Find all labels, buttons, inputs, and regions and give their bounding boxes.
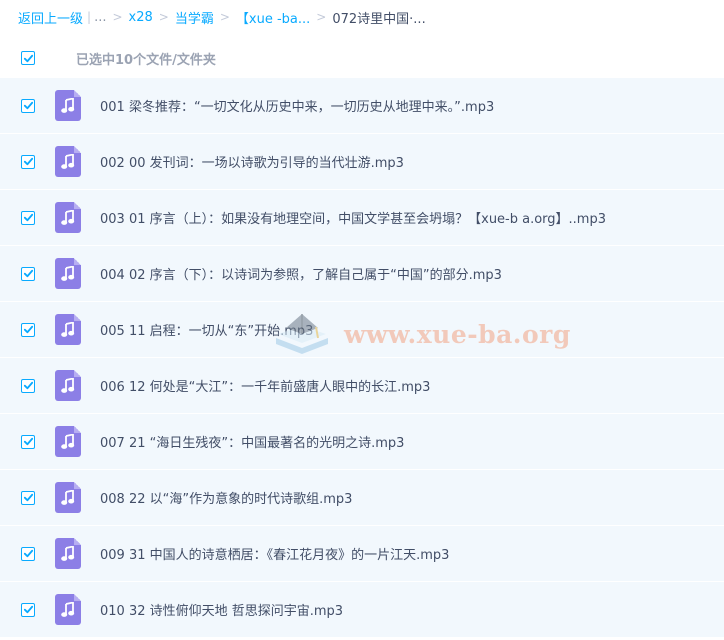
file-name[interactable]: 006 12 何处是“大江”：一千年前盛唐人眼中的长江.mp3 bbox=[100, 376, 430, 395]
file-row[interactable]: 005 11 启程：一切从“东”开始.mp3 bbox=[0, 302, 724, 357]
select-all-checkbox[interactable] bbox=[21, 51, 35, 65]
file-row[interactable]: 008 22 以“海”作为意象的时代诗歌组.mp3 bbox=[0, 470, 724, 525]
checkmark-icon bbox=[23, 213, 33, 222]
file-name[interactable]: 010 32 诗性俯仰天地 哲思探问宇宙.mp3 bbox=[100, 600, 343, 619]
file-row[interactable]: 003 01 序言（上）：如果没有地理空间，中国文学甚至会坍塌？【xue-b a… bbox=[0, 190, 724, 245]
file-name[interactable]: 003 01 序言（上）：如果没有地理空间，中国文学甚至会坍塌？【xue-b a… bbox=[100, 208, 606, 227]
back-link[interactable]: 返回上一级 bbox=[18, 8, 83, 27]
checkmark-icon bbox=[23, 269, 33, 278]
breadcrumb-item[interactable]: 【xue -ba... bbox=[236, 8, 310, 27]
file-name[interactable]: 007 21 “海日生残夜”：中国最著名的光明之诗.mp3 bbox=[100, 432, 404, 451]
select-all-bar: 已选中10个文件/文件夹 bbox=[0, 42, 724, 74]
file-checkbox[interactable] bbox=[21, 490, 35, 505]
checkmark-icon bbox=[23, 101, 33, 110]
file-row[interactable]: 009 31 中国人的诗意栖居：《春江花月夜》的一片江天.mp3 bbox=[0, 526, 724, 581]
file-name[interactable]: 004 02 序言（下）：以诗词为参照，了解自己属于“中国”的部分.mp3 bbox=[100, 264, 502, 283]
file-name[interactable]: 009 31 中国人的诗意栖居：《春江花月夜》的一片江天.mp3 bbox=[100, 544, 449, 563]
checkmark-icon bbox=[23, 54, 33, 62]
music-note-glyph bbox=[61, 209, 75, 225]
file-checkbox[interactable] bbox=[21, 602, 35, 617]
file-row[interactable]: 007 21 “海日生残夜”：中国最著名的光明之诗.mp3 bbox=[0, 414, 724, 469]
file-checkbox[interactable] bbox=[21, 378, 35, 393]
music-note-glyph bbox=[61, 321, 75, 337]
file-checkbox[interactable] bbox=[21, 98, 35, 113]
breadcrumb-separator: > bbox=[219, 10, 230, 24]
file-checkbox[interactable] bbox=[21, 322, 35, 337]
file-row[interactable]: 002 00 发刊词：一场以诗歌为引导的当代壮游.mp3 bbox=[0, 134, 724, 189]
checkmark-icon bbox=[23, 493, 33, 502]
file-row[interactable]: 004 02 序言（下）：以诗词为参照，了解自己属于“中国”的部分.mp3 bbox=[0, 246, 724, 301]
music-icon bbox=[55, 202, 81, 233]
music-note-glyph bbox=[61, 377, 75, 393]
music-note-glyph bbox=[61, 97, 75, 113]
file-row[interactable]: 006 12 何处是“大江”：一千年前盛唐人眼中的长江.mp3 bbox=[0, 358, 724, 413]
music-note-glyph bbox=[61, 489, 75, 505]
music-note-glyph bbox=[61, 545, 75, 561]
music-icon bbox=[55, 258, 81, 289]
music-note-glyph bbox=[61, 265, 75, 281]
file-name[interactable]: 002 00 发刊词：一场以诗歌为引导的当代壮游.mp3 bbox=[100, 152, 404, 171]
file-checkbox[interactable] bbox=[21, 434, 35, 449]
file-list: 001 梁冬推荐：“一切文化从历史中来，一切历史从地理中来。”.mp3 002 0… bbox=[0, 78, 724, 638]
file-row[interactable]: 001 梁冬推荐：“一切文化从历史中来，一切历史从地理中来。”.mp3 bbox=[0, 78, 724, 133]
checkmark-icon bbox=[23, 605, 33, 614]
file-name[interactable]: 005 11 启程：一切从“东”开始.mp3 bbox=[100, 320, 313, 339]
breadcrumb-ellipsis[interactable]: ... bbox=[94, 10, 106, 25]
breadcrumb-separator: > bbox=[158, 10, 169, 24]
breadcrumb-current: 072诗里中国·... bbox=[332, 11, 426, 27]
music-icon bbox=[55, 482, 81, 513]
file-name[interactable]: 001 梁冬推荐：“一切文化从历史中来，一切历史从地理中来。”.mp3 bbox=[100, 96, 494, 115]
breadcrumb-separator: > bbox=[112, 10, 123, 24]
file-name[interactable]: 008 22 以“海”作为意象的时代诗歌组.mp3 bbox=[100, 488, 352, 507]
file-checkbox[interactable] bbox=[21, 546, 35, 561]
music-icon bbox=[55, 370, 81, 401]
music-icon bbox=[55, 594, 81, 625]
selection-count: 已选中10个文件/文件夹 bbox=[76, 52, 216, 68]
breadcrumb-separator: | bbox=[87, 10, 92, 24]
checkmark-icon bbox=[23, 325, 33, 334]
music-icon bbox=[55, 146, 81, 177]
music-icon bbox=[55, 426, 81, 457]
music-note-glyph bbox=[61, 601, 75, 617]
music-icon bbox=[55, 314, 81, 345]
breadcrumb: 返回上一级 | ... > x28 > 当学霸 > 【xue -ba... > … bbox=[18, 8, 426, 27]
breadcrumb-separator: > bbox=[316, 10, 327, 24]
checkmark-icon bbox=[23, 157, 33, 166]
checkmark-icon bbox=[23, 437, 33, 446]
music-icon bbox=[55, 538, 81, 569]
file-checkbox[interactable] bbox=[21, 154, 35, 169]
checkmark-icon bbox=[23, 381, 33, 390]
file-checkbox[interactable] bbox=[21, 266, 35, 281]
file-row[interactable]: 010 32 诗性俯仰天地 哲思探问宇宙.mp3 bbox=[0, 582, 724, 637]
music-note-glyph bbox=[61, 433, 75, 449]
breadcrumb-item[interactable]: x28 bbox=[129, 10, 153, 25]
music-icon bbox=[55, 90, 81, 121]
checkmark-icon bbox=[23, 549, 33, 558]
file-checkbox[interactable] bbox=[21, 210, 35, 225]
breadcrumb-item[interactable]: 当学霸 bbox=[175, 8, 214, 27]
music-note-glyph bbox=[61, 153, 75, 169]
